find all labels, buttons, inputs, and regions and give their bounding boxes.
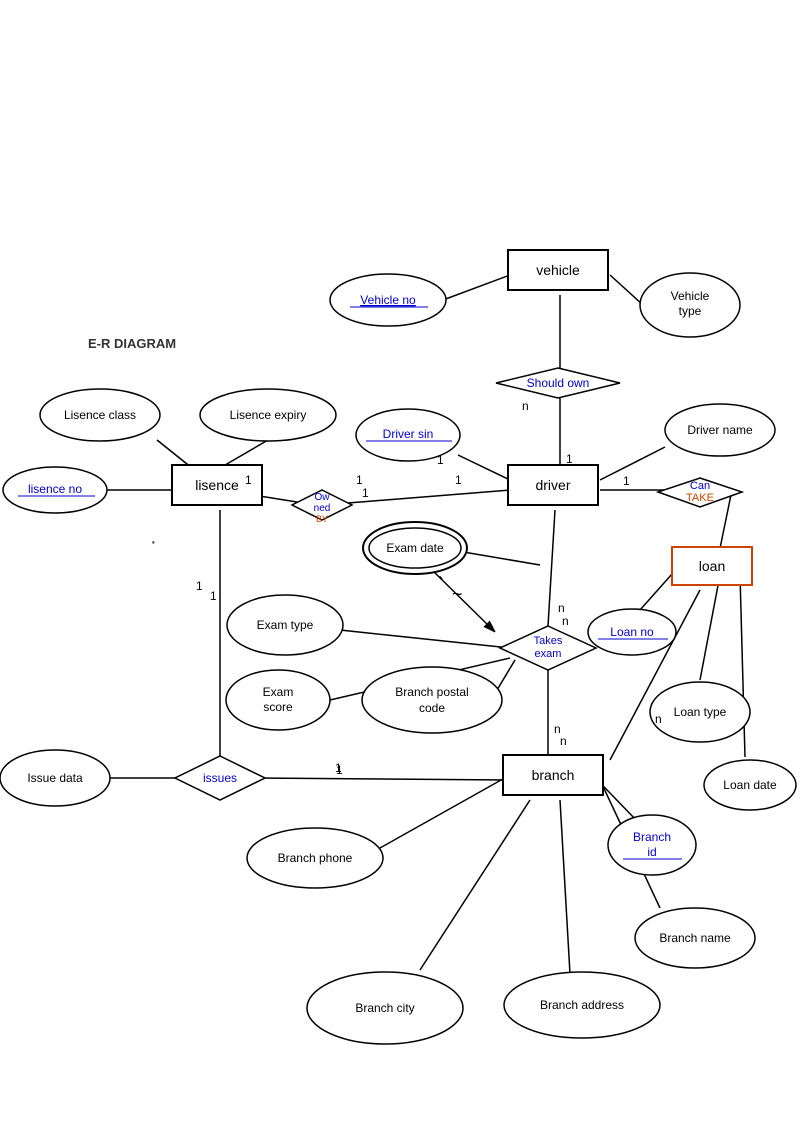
- svg-text:1: 1: [623, 474, 630, 488]
- attr-lisence-expiry-label: Lisence expiry: [230, 408, 307, 422]
- svg-text:1: 1: [566, 452, 573, 466]
- attr-lisence-no-label: lisence no: [28, 482, 82, 496]
- entity-lisence-label: lisence: [195, 477, 239, 493]
- attr-branch-id-label1: Branch: [633, 830, 671, 844]
- svg-text:~: ~: [452, 584, 463, 604]
- attr-loan-type-label: Loan type: [674, 705, 727, 719]
- svg-text:BY: BY: [316, 514, 328, 524]
- rel-takes-exam-label1: Takes: [534, 635, 563, 647]
- entity-vehicle-label: vehicle: [536, 262, 580, 278]
- rel-issues-label: issues: [203, 771, 237, 785]
- er-diagram: E-R DIAGRAM · n 1 1 n 1 1: [0, 0, 800, 1131]
- attr-driver-sin-label: Driver sin: [383, 427, 434, 441]
- svg-text:n: n: [558, 601, 565, 615]
- diagram-svg: E-R DIAGRAM · n 1 1 n 1 1: [0, 0, 800, 1131]
- attr-vehicle-type-label1: Vehicle: [671, 289, 710, 303]
- svg-text:1: 1: [455, 473, 462, 487]
- attr-issue-data-label: Issue data: [27, 771, 83, 785]
- attr-loan-no-label: Loan no: [610, 625, 654, 639]
- card-n-loan-branch: n: [655, 712, 662, 726]
- card-1-issues: 1: [335, 761, 342, 775]
- diagram-title: E-R DIAGRAM: [88, 336, 176, 351]
- rel-owned-by-label: Ow: [315, 492, 331, 503]
- entity-driver-label: driver: [535, 477, 570, 493]
- svg-text:`: `: [438, 574, 444, 594]
- attr-vehicle-type-label2: type: [679, 304, 702, 318]
- attr-exam-score-label1: Exam: [263, 685, 294, 699]
- attr-branch-name-label: Branch name: [659, 931, 731, 945]
- attr-vehicle-no-label: Vehicle no: [360, 293, 416, 307]
- attr-exam-score-label2: score: [263, 700, 293, 714]
- attr-exam-date-label: Exam date: [386, 541, 444, 555]
- attr-branch-postal-label1: Branch postal: [395, 685, 468, 699]
- attr-exam-type-label: Exam type: [257, 618, 314, 632]
- svg-text:ned: ned: [314, 503, 331, 514]
- rel-should-own-label: Should own: [527, 376, 590, 390]
- attr-driver-name-label: Driver name: [687, 423, 753, 437]
- attr-branch-address-label: Branch address: [540, 998, 624, 1012]
- attr-branch-postal-label2: code: [419, 701, 445, 715]
- card-n-takes-branch: n: [560, 734, 567, 748]
- attr-branch-phone-label: Branch phone: [278, 851, 353, 865]
- attr-loan-date-label: Loan date: [723, 778, 777, 792]
- svg-text:·: ·: [150, 531, 157, 553]
- attr-branch-city-label: Branch city: [355, 1001, 414, 1015]
- entity-branch-label: branch: [532, 767, 575, 783]
- attr-lisence-class-label: Lisence class: [64, 408, 136, 422]
- card-1-owned2: 1: [245, 473, 252, 487]
- card-n-driver-exam: n: [562, 614, 569, 628]
- svg-text:1: 1: [356, 473, 363, 487]
- svg-text:1: 1: [196, 579, 203, 593]
- card-1-owned1: 1: [362, 486, 369, 500]
- attr-branch-postal: [362, 667, 502, 733]
- entity-loan-label: loan: [699, 558, 725, 574]
- rel-can-take-label2: TAKE: [686, 492, 714, 504]
- card-n-vehicle: n: [522, 399, 529, 413]
- attr-branch-id-label2: id: [647, 845, 656, 859]
- rel-can-take-label1: Can: [690, 480, 710, 492]
- card-1-lisence-issues: 1: [210, 589, 217, 603]
- card-1-driver-sin: 1: [437, 453, 444, 467]
- rel-takes-exam-label2: exam: [535, 648, 562, 660]
